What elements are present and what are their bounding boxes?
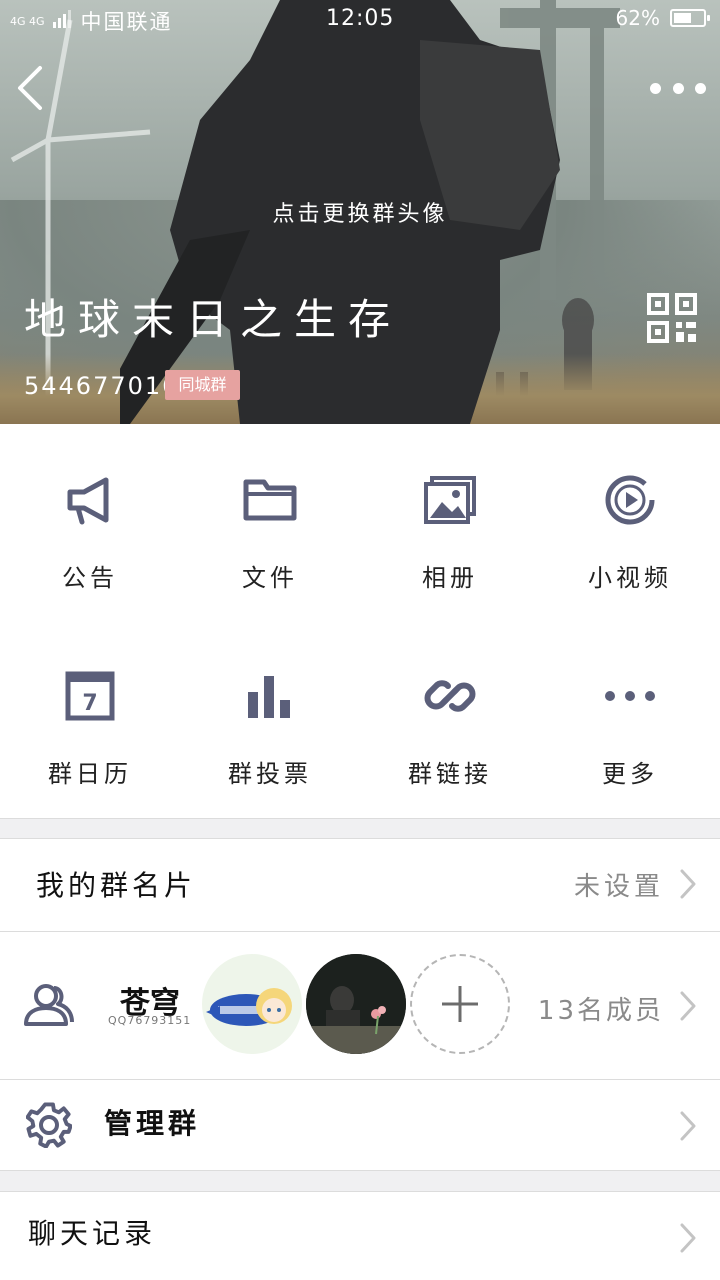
feature-album[interactable]: 相册 xyxy=(360,424,540,620)
link-icon xyxy=(424,680,476,712)
signal-indicator: 4G 4G xyxy=(10,14,45,28)
divider xyxy=(0,818,720,819)
member-avatar[interactable] xyxy=(202,954,302,1054)
feature-announcement[interactable]: 公告 xyxy=(0,424,180,620)
manage-group-row[interactable]: 管理群 xyxy=(0,1080,720,1170)
bar-chart-icon xyxy=(248,676,290,718)
feature-label: 公告 xyxy=(62,564,118,592)
my-group-card-row[interactable]: 我的群名片 未设置 xyxy=(0,838,720,931)
add-member-button[interactable] xyxy=(410,954,510,1054)
members-icon xyxy=(24,984,74,1026)
manage-group-title: 管理群 xyxy=(104,1107,201,1140)
battery-percent: 62% xyxy=(615,6,660,30)
member-avatar[interactable] xyxy=(306,954,406,1054)
my-group-card-title: 我的群名片 xyxy=(36,869,197,902)
dot-icon xyxy=(672,82,684,94)
feature-vote[interactable]: 群投票 xyxy=(180,620,360,818)
feature-label: 群投票 xyxy=(228,760,312,788)
change-avatar-hint[interactable]: 点击更换群头像 xyxy=(0,196,720,228)
svg-text:7: 7 xyxy=(82,691,97,716)
owner-qq: QQ76793151 xyxy=(108,1014,192,1027)
chat-history-row[interactable]: 聊天记录 xyxy=(0,1192,720,1280)
my-group-card-value: 未设置 xyxy=(573,872,664,902)
qr-code-icon xyxy=(647,293,697,343)
group-name: 地球末日之生存 xyxy=(24,295,403,344)
clock: 12:05 xyxy=(326,6,395,31)
feature-label: 群日历 xyxy=(48,760,132,788)
qr-code-button[interactable] xyxy=(646,292,698,344)
feature-short-video[interactable]: 小视频 xyxy=(540,424,720,620)
status-bar: 4G 4G 中国联通 12:05 62% xyxy=(0,0,720,36)
feature-files[interactable]: 文件 xyxy=(180,424,360,620)
more-dots-icon xyxy=(605,691,655,701)
member-count: 13名成员 xyxy=(537,996,664,1026)
chevron-right-icon xyxy=(680,869,696,899)
feature-link[interactable]: 群链接 xyxy=(360,620,540,818)
back-button[interactable] xyxy=(14,62,54,114)
plus-icon xyxy=(442,986,478,1022)
feature-label: 相册 xyxy=(422,564,478,592)
chevron-left-icon xyxy=(18,66,42,110)
anime-avatar-image xyxy=(206,988,292,1026)
calendar-icon: 7 xyxy=(65,671,115,721)
feature-calendar[interactable]: 7 群日历 xyxy=(0,620,180,818)
battery-icon xyxy=(670,9,710,27)
divider xyxy=(0,838,720,839)
chevron-right-icon xyxy=(680,1223,696,1253)
gear-icon xyxy=(26,1102,72,1148)
feature-label: 小视频 xyxy=(588,564,672,592)
carrier-name: 中国联通 xyxy=(80,10,173,34)
group-cover[interactable]: 4G 4G 中国联通 12:05 62% 点击更换群头像 地球末日之生存 544… xyxy=(0,0,720,424)
photo-avatar-image xyxy=(306,954,406,1054)
megaphone-icon xyxy=(67,477,109,525)
group-id: 544677016 xyxy=(24,372,180,400)
photo-album-icon xyxy=(424,476,476,524)
feature-label: 群链接 xyxy=(408,760,492,788)
dot-icon xyxy=(695,82,706,94)
group-tag-badge: 同城群 xyxy=(165,370,240,400)
chevron-right-icon xyxy=(680,1111,696,1141)
chat-history-title: 聊天记录 xyxy=(28,1217,157,1250)
video-play-icon xyxy=(605,475,655,525)
feature-grid: 公告 文件 相册 小视频 7 群日历 群投票 群链接 更多 xyxy=(0,424,720,818)
feature-label: 更多 xyxy=(602,760,658,788)
signal-bars-icon xyxy=(52,9,73,33)
more-options-button[interactable] xyxy=(650,70,706,106)
folder-icon xyxy=(243,479,297,521)
divider xyxy=(0,1170,720,1171)
dot-icon xyxy=(650,82,661,94)
feature-label: 文件 xyxy=(242,564,298,592)
feature-more[interactable]: 更多 xyxy=(540,620,720,818)
chevron-right-icon xyxy=(680,991,696,1021)
